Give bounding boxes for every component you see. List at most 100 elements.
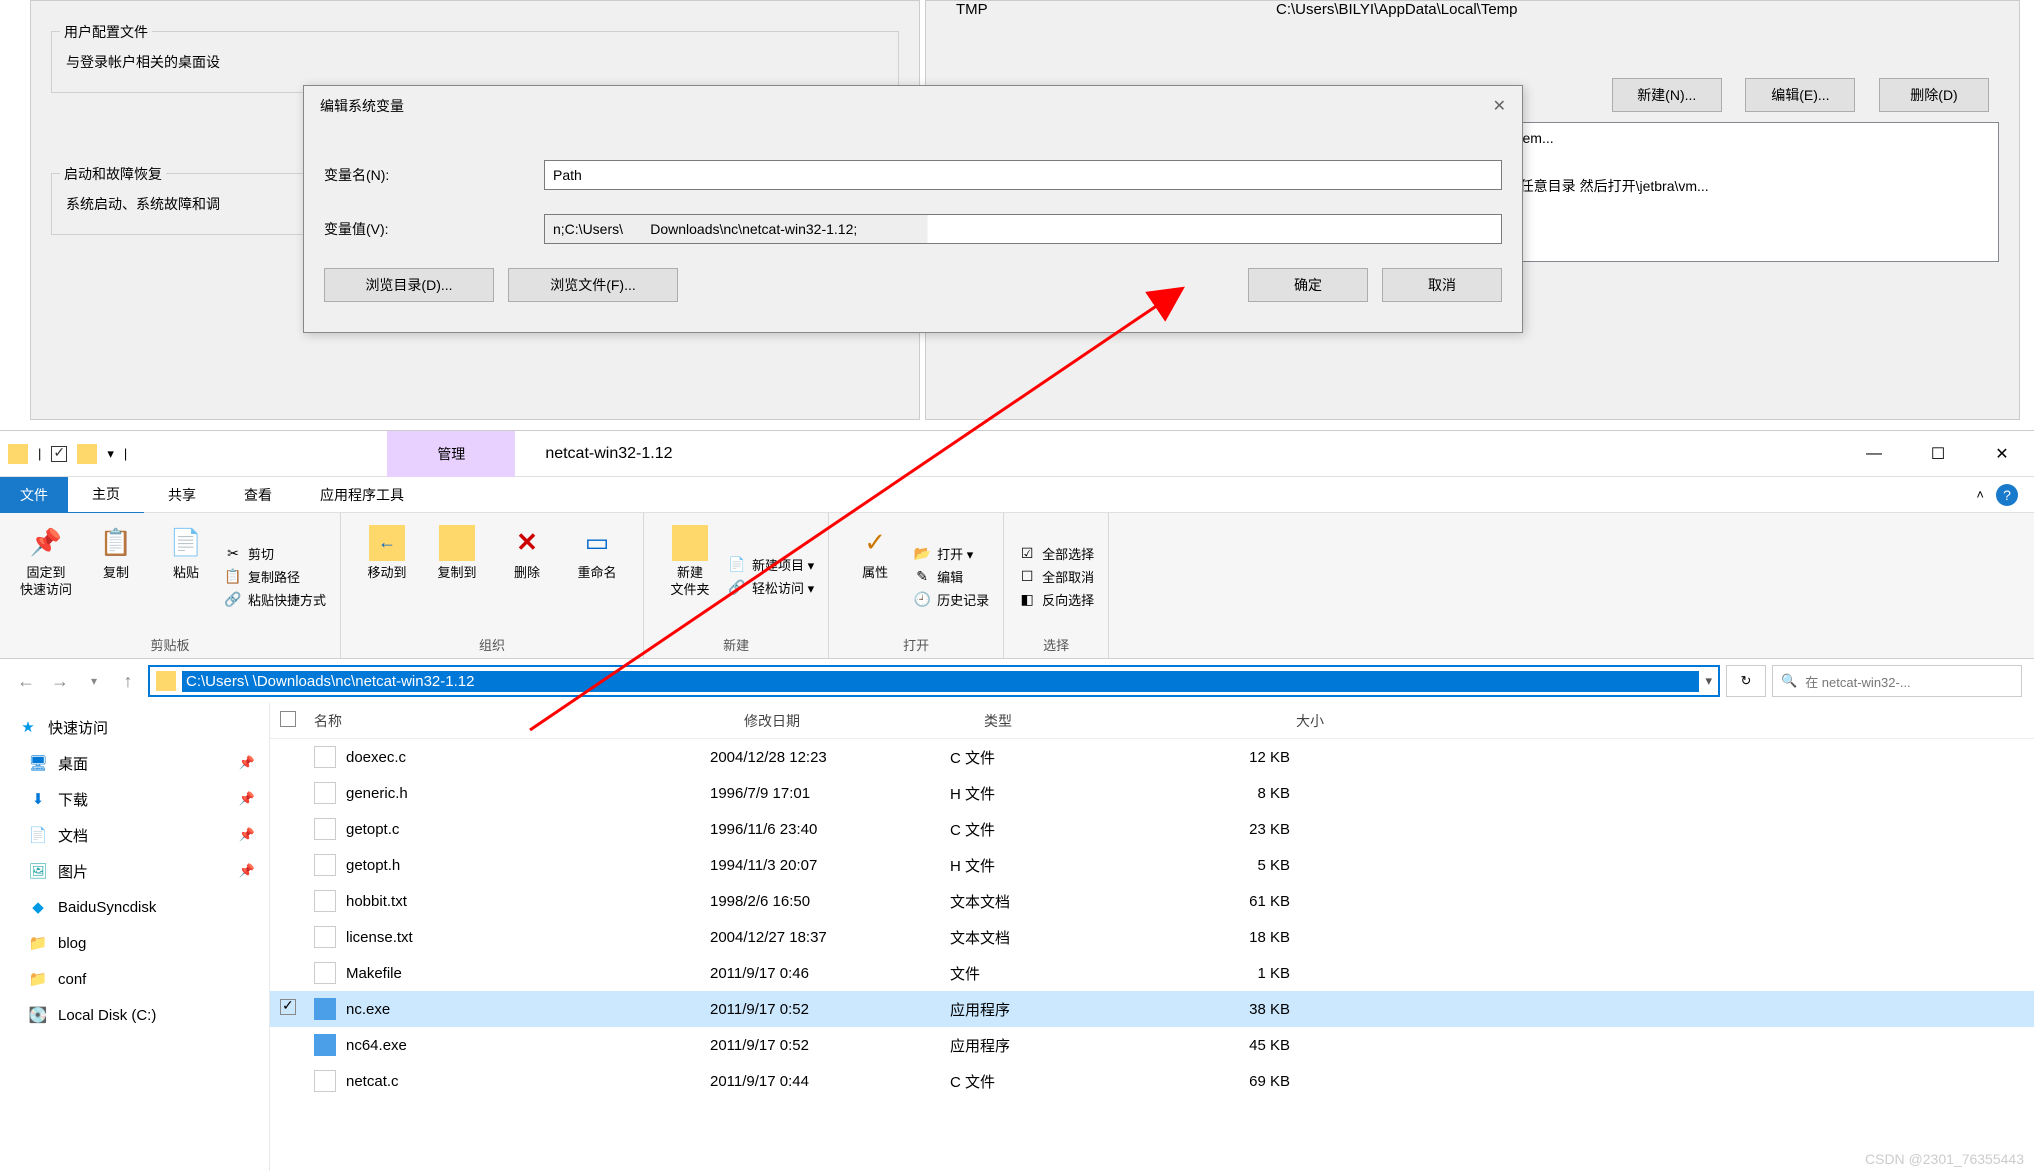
column-date[interactable]: 修改日期 [744, 711, 984, 731]
sidebar-item[interactable]: 📁blog [0, 925, 269, 961]
pin-to-quick-access-button[interactable]: 📌固定到 快速访问 [14, 519, 78, 633]
file-row[interactable]: netcat.c 2011/9/17 0:44 C 文件 69 KB [270, 1063, 2034, 1099]
file-icon [314, 926, 336, 948]
sidebar-item[interactable]: 🖥桌面📌 [0, 745, 269, 781]
select-all-checkbox[interactable] [280, 711, 296, 727]
search-input[interactable]: 🔍 在 netcat-win32-... [1772, 665, 2022, 697]
sidebar-item[interactable]: 📁conf [0, 961, 269, 997]
new-folder-button[interactable]: 新建 文件夹 [658, 519, 722, 633]
file-row[interactable]: getopt.h 1994/11/3 20:07 H 文件 5 KB [270, 847, 2034, 883]
new-item-button[interactable]: 📄新建项目 ▾ [728, 555, 814, 574]
group-open-label: 打开 [843, 633, 989, 656]
file-name: netcat.c [346, 1073, 399, 1090]
context-tab-manage[interactable]: 管理 [387, 431, 515, 477]
copy-to-button[interactable]: 复制到 [425, 519, 489, 633]
ok-button[interactable]: 确定 [1248, 268, 1368, 302]
file-date: 2011/9/17 0:52 [710, 1037, 950, 1054]
address-input[interactable]: C:\Users\ \Downloads\nc\netcat-win32-1.1… [148, 665, 1720, 697]
close-icon[interactable]: ✕ [1493, 96, 1506, 116]
paste-shortcut-button[interactable]: 🔗粘贴快捷方式 [224, 590, 326, 609]
file-type: 文本文档 [950, 891, 1170, 912]
file-row[interactable]: getopt.c 1996/11/6 23:40 C 文件 23 KB [270, 811, 2034, 847]
rename-button[interactable]: ▭重命名 [565, 519, 629, 633]
cut-button[interactable]: ✂剪切 [224, 544, 326, 563]
pin-icon: 📌 [239, 827, 255, 843]
checkbox-icon[interactable] [51, 446, 67, 462]
file-type: H 文件 [950, 855, 1170, 876]
select-none-button[interactable]: ☐全部取消 [1018, 567, 1094, 586]
tab-share[interactable]: 共享 [144, 477, 220, 513]
chevron-up-icon[interactable]: ˄ [1976, 487, 1984, 502]
file-date: 2004/12/28 12:23 [710, 749, 950, 766]
minimize-button[interactable]: — [1842, 431, 1906, 477]
user-profiles-text: 与登录帐户相关的桌面设 [66, 52, 884, 72]
file-row[interactable]: nc64.exe 2011/9/17 0:52 应用程序 45 KB [270, 1027, 2034, 1063]
recent-history-button[interactable]: ▾ [80, 667, 108, 695]
divider: | [124, 446, 127, 461]
sidebar-item-label: conf [58, 971, 86, 988]
edit-button[interactable]: ✎编辑 [913, 567, 989, 586]
variable-name-input[interactable] [544, 160, 1502, 190]
delete-button[interactable]: 删除(D) [1879, 78, 1989, 112]
file-name: license.txt [346, 929, 413, 946]
copy-path-button[interactable]: 📋复制路径 [224, 567, 326, 586]
ribbon-tabs: 文件 主页 共享 查看 应用程序工具 ˄ ? [0, 477, 2034, 513]
move-to-button[interactable]: ←移动到 [355, 519, 419, 633]
file-row[interactable]: generic.h 1996/7/9 17:01 H 文件 8 KB [270, 775, 2034, 811]
file-row[interactable]: Makefile 2011/9/17 0:46 文件 1 KB [270, 955, 2034, 991]
column-size[interactable]: 大小 [1204, 711, 1324, 731]
chevron-down-icon[interactable]: ▾ [1705, 673, 1712, 689]
easy-access-button[interactable]: 🔗轻松访问 ▾ [728, 578, 814, 597]
file-date: 2011/9/17 0:52 [710, 1001, 950, 1018]
close-button[interactable]: ✕ [1970, 431, 2034, 477]
file-name: hobbit.txt [346, 893, 407, 910]
tab-file[interactable]: 文件 [0, 477, 68, 513]
browse-file-button[interactable]: 浏览文件(F)... [508, 268, 678, 302]
divider: | [38, 446, 41, 461]
browse-dir-button[interactable]: 浏览目录(D)... [324, 268, 494, 302]
file-row[interactable]: license.txt 2004/12/27 18:37 文本文档 18 KB [270, 919, 2034, 955]
watermark: CSDN @2301_76355443 [1865, 1151, 2024, 1167]
sidebar-item-label: Local Disk (C:) [58, 1007, 156, 1024]
sidebar-item-label: 桌面 [58, 753, 88, 774]
dropdown-icon[interactable]: ▾ [107, 446, 114, 462]
help-icon[interactable]: ? [1996, 484, 2018, 506]
cancel-button[interactable]: 取消 [1382, 268, 1502, 302]
sidebar-item[interactable]: ⬇下载📌 [0, 781, 269, 817]
up-button[interactable]: ↑ [114, 667, 142, 695]
tab-view[interactable]: 查看 [220, 477, 296, 513]
refresh-button[interactable]: ↻ [1726, 665, 1766, 697]
file-name: Makefile [346, 965, 402, 982]
column-headers[interactable]: 名称 修改日期 类型 大小 [270, 703, 2034, 739]
edit-button[interactable]: 编辑(E)... [1745, 78, 1855, 112]
properties-button[interactable]: ✓属性 [843, 519, 907, 633]
navigation-pane[interactable]: ★快速访问🖥桌面📌⬇下载📌📄文档📌🖼图片📌◆BaiduSyncdisk📁blog… [0, 703, 270, 1171]
sidebar-item[interactable]: 📄文档📌 [0, 817, 269, 853]
sidebar-item[interactable]: 🖼图片📌 [0, 853, 269, 889]
file-row[interactable]: doexec.c 2004/12/28 12:23 C 文件 12 KB [270, 739, 2034, 775]
forward-button[interactable]: → [46, 667, 74, 695]
column-name[interactable]: 名称 [314, 711, 744, 731]
file-list[interactable]: 名称 修改日期 类型 大小 doexec.c 2004/12/28 12:23 … [270, 703, 2034, 1171]
sidebar-item[interactable]: ◆BaiduSyncdisk [0, 889, 269, 925]
maximize-button[interactable]: ☐ [1906, 431, 1970, 477]
select-all-button[interactable]: ☑全部选择 [1018, 544, 1094, 563]
open-button[interactable]: 📂打开 ▾ [913, 544, 989, 563]
delete-button[interactable]: ✕删除 [495, 519, 559, 633]
new-button[interactable]: 新建(N)... [1612, 78, 1722, 112]
file-date: 2011/9/17 0:44 [710, 1073, 950, 1090]
back-button[interactable]: ← [12, 667, 40, 695]
column-type[interactable]: 类型 [984, 711, 1204, 731]
tab-app-tools[interactable]: 应用程序工具 [296, 477, 428, 513]
checkbox[interactable] [280, 999, 296, 1015]
file-row[interactable]: hobbit.txt 1998/2/6 16:50 文本文档 61 KB [270, 883, 2034, 919]
invert-selection-button[interactable]: ◧反向选择 [1018, 590, 1094, 609]
copy-button[interactable]: 📋复制 [84, 519, 148, 633]
paste-button[interactable]: 📄粘贴 [154, 519, 218, 633]
file-row[interactable]: nc.exe 2011/9/17 0:52 应用程序 38 KB [270, 991, 2034, 1027]
variable-value-input[interactable] [544, 214, 1502, 244]
tab-home[interactable]: 主页 [68, 476, 144, 514]
history-button[interactable]: 🕘历史记录 [913, 590, 989, 609]
sidebar-item[interactable]: ★快速访问 [0, 709, 269, 745]
sidebar-item[interactable]: 💽Local Disk (C:) [0, 997, 269, 1033]
